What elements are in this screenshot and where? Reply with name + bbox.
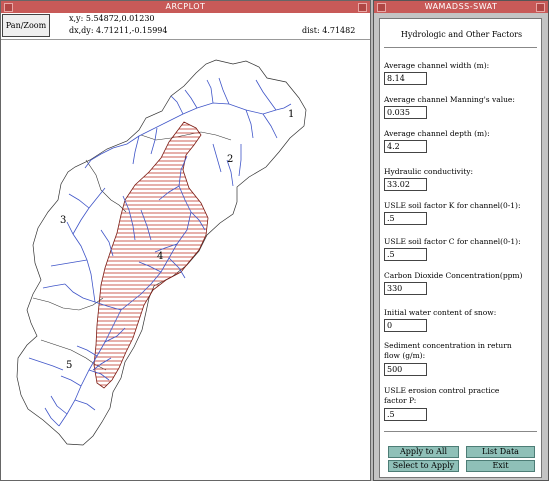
buttons-divider (384, 431, 537, 432)
panel-heading: Hydrologic and Other Factors (400, 30, 523, 39)
subbasin-label-2: 2 (227, 154, 233, 165)
arcplot-titlebar[interactable]: ARCPLOT (1, 1, 370, 13)
field-label-hydraulic-conductivity: Hydraulic conductivity: (384, 167, 474, 176)
channel-width-input[interactable]: 8.14 (384, 72, 427, 85)
field-label-sediment: Sediment concentration in return flow (g… (384, 341, 512, 360)
distance-readout: dist: 4.71482 (302, 26, 356, 35)
subbasin-label-4: 4 (157, 251, 163, 262)
field-label-channel-depth: Average channel depth (m): (384, 129, 490, 138)
field-label-usle-p: USLE erosion control practice factor P: (384, 386, 500, 405)
arcplot-title: ARCPLOT (165, 2, 206, 11)
wamadss-title: WAMADSS-SWAT (424, 2, 498, 11)
usle-p-input[interactable]: .5 (384, 408, 427, 421)
watershed-map[interactable]: 1 2 3 4 5 (1, 40, 370, 480)
window-menu-icon[interactable] (4, 3, 13, 12)
usle-k-input[interactable]: .5 (384, 212, 427, 225)
select-to-apply-button[interactable]: Select to Apply (388, 460, 459, 472)
field-label-snow-water: Initial water content of snow: (384, 308, 497, 317)
channel-depth-input[interactable]: 4.2 (384, 140, 427, 153)
apply-to-all-button[interactable]: Apply to All (388, 446, 459, 458)
heading-divider (384, 47, 537, 48)
sediment-concentration-input[interactable]: 500 (384, 363, 427, 376)
usle-c-input[interactable]: .5 (384, 248, 427, 261)
factors-panel: Hydrologic and Other Factors Average cha… (379, 18, 542, 478)
field-label-co2: Carbon Dioxide Concentration(ppm) (384, 271, 523, 280)
exit-button[interactable]: Exit (466, 460, 535, 472)
subbasin-label-1: 1 (288, 109, 294, 120)
wamadss-titlebar[interactable]: WAMADSS-SWAT (374, 1, 548, 13)
dxdy-readout: dx,dy: 4.71211,-0.15994 (69, 26, 168, 35)
xy-readout: x,y: 5.54872,0.01230 (69, 14, 155, 23)
field-label-usle-c: USLE soil factor C for channel(0-1): (384, 237, 521, 246)
maximize-icon[interactable] (536, 3, 545, 12)
wamadss-window: WAMADSS-SWAT Hydrologic and Other Factor… (373, 0, 549, 481)
co2-concentration-input[interactable]: 330 (384, 282, 427, 295)
field-label-usle-k: USLE soil factor K for channel(0-1): (384, 201, 521, 210)
subbasin-label-5: 5 (66, 360, 72, 371)
field-label-manning: Average channel Manning's value: (384, 95, 515, 104)
snow-water-input[interactable]: 0 (384, 319, 427, 332)
arcplot-window: ARCPLOT Pan/Zoom x,y: 5.54872,0.01230 dx… (0, 0, 371, 481)
window-menu-icon[interactable] (377, 3, 386, 12)
coordinate-status-bar: Pan/Zoom x,y: 5.54872,0.01230 dx,dy: 4.7… (1, 13, 370, 40)
hydraulic-conductivity-input[interactable]: 33.02 (384, 178, 427, 191)
subbasin-label-3: 3 (60, 215, 66, 226)
field-label-channel-width: Average channel width (m): (384, 61, 490, 70)
maximize-icon[interactable] (358, 3, 367, 12)
pan-zoom-button[interactable]: Pan/Zoom (2, 14, 50, 37)
manning-value-input[interactable]: 0.035 (384, 106, 427, 119)
list-data-button[interactable]: List Data (466, 446, 535, 458)
